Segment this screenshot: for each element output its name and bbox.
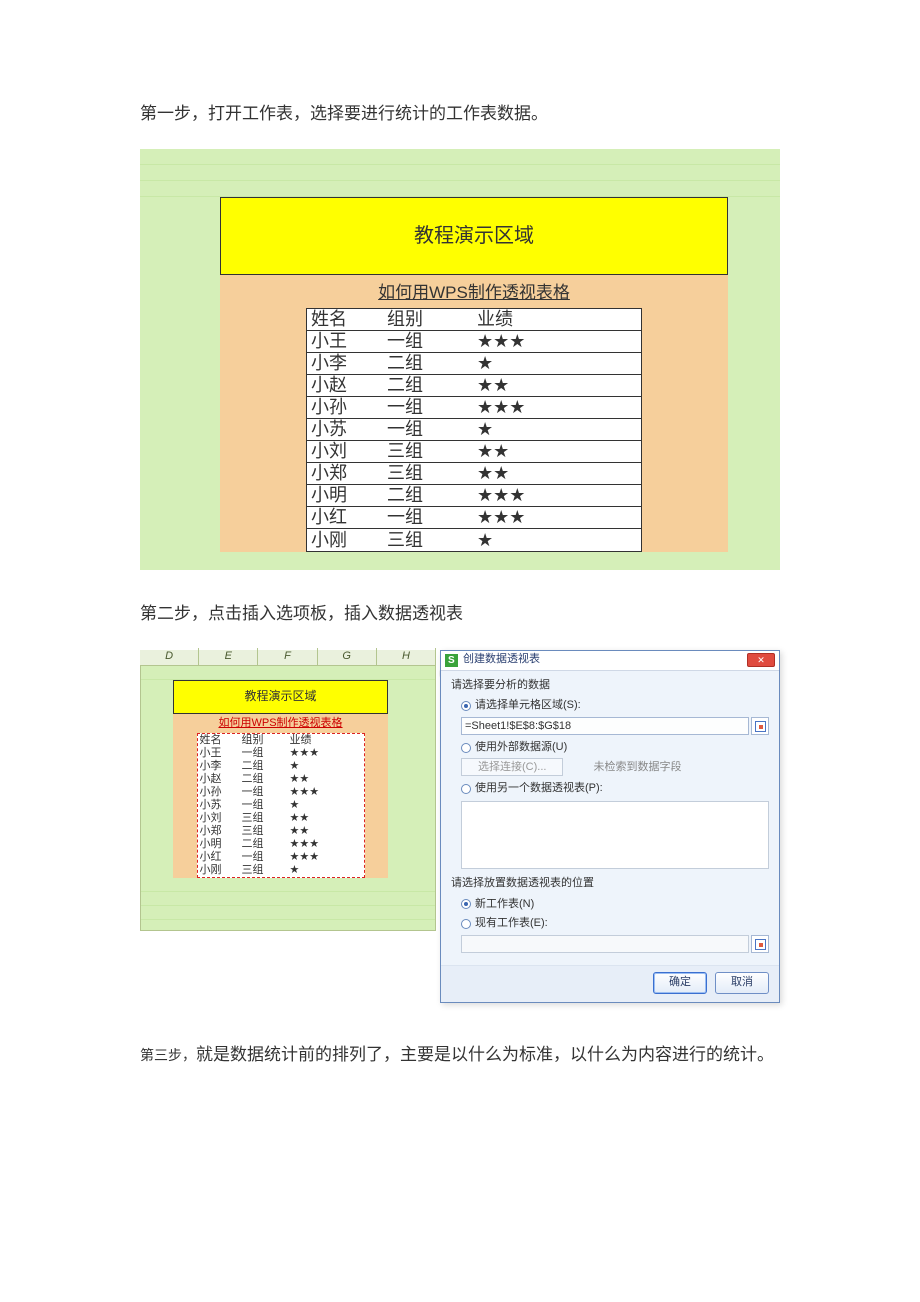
table-row: 小刚三组★ xyxy=(307,529,641,551)
demo-banner: 教程演示区域 xyxy=(220,197,728,275)
app-icon xyxy=(445,654,458,667)
select-connection-button[interactable]: 选择连接(C)... xyxy=(461,758,563,776)
section-analyze-data: 请选择要分析的数据 xyxy=(451,677,769,695)
mini-banner: 教程演示区域 xyxy=(173,680,388,714)
section-location: 请选择放置数据透视表的位置 xyxy=(451,875,769,893)
dialog-title: 创建数据透视表 xyxy=(463,651,747,669)
step-1-text: 第一步，打开工作表，选择要进行统计的工作表数据。 xyxy=(140,100,780,127)
step-3-body: 就是数据统计前的排列了，主要是以什么为标准，以什么为内容进行的统计。 xyxy=(196,1045,774,1064)
radio-new-sheet[interactable] xyxy=(461,899,471,909)
radio-another-pivot[interactable] xyxy=(461,784,471,794)
range-picker-icon[interactable] xyxy=(751,935,769,953)
mini-subtitle: 如何用WPS制作透视表格 xyxy=(173,714,388,734)
radio-cell-range[interactable] xyxy=(461,701,471,711)
step-3-prefix: 第三步， xyxy=(140,1047,196,1063)
figure-2-composite: www.bgcx.com D E F G H 教程演示区域 如何用WPS制作透视… xyxy=(140,650,780,1003)
ok-button[interactable]: 确定 xyxy=(653,972,707,994)
col-header: H xyxy=(377,648,436,666)
radio-new-sheet-label: 新工作表(N) xyxy=(475,896,534,914)
radio-existing-sheet[interactable] xyxy=(461,919,471,929)
cancel-button[interactable]: 取消 xyxy=(715,972,769,994)
col-header: G xyxy=(318,648,377,666)
step-2-text: 第二步，点击插入选项板，插入数据透视表 xyxy=(140,600,780,627)
radio-external-label: 使用外部数据源(U) xyxy=(475,739,567,757)
data-table: 姓名 组别 业绩 小王一组★★★ 小李二组★ 小赵二组★★ 小孙一组★★★ 小苏… xyxy=(306,308,642,552)
radio-cell-range-label: 请选择单元格区域(S): xyxy=(475,697,581,715)
close-icon[interactable]: ✕ xyxy=(747,653,775,667)
demo-subtitle: 如何用WPS制作透视表格 xyxy=(220,277,728,308)
radio-existing-sheet-label: 现有工作表(E): xyxy=(475,915,548,933)
mini-data-table[interactable]: 姓名组别业绩 小王一组★★★ 小李二组★ 小赵二组★★ 小孙一组★★★ 小苏一组… xyxy=(197,733,365,878)
column-headers: D E F G H xyxy=(140,650,436,666)
range-input[interactable] xyxy=(461,717,749,735)
create-pivot-dialog: 创建数据透视表 ✕ 请选择要分析的数据 请选择单元格区域(S): 使用外部数据源… xyxy=(440,650,780,1003)
col-header: E xyxy=(199,648,258,666)
step-3-text: 第三步，就是数据统计前的排列了，主要是以什么为标准，以什么为内容进行的统计。 xyxy=(140,1033,780,1077)
connection-hint: 未检索到数据字段 xyxy=(593,759,681,777)
dialog-titlebar[interactable]: 创建数据透视表 ✕ xyxy=(441,651,779,671)
existing-location-input[interactable] xyxy=(461,935,749,953)
radio-external-source[interactable] xyxy=(461,743,471,753)
col-header: F xyxy=(258,648,317,666)
pivot-list-box[interactable] xyxy=(461,801,769,869)
range-picker-icon[interactable] xyxy=(751,717,769,735)
figure-1-spreadsheet: 教程演示区域 如何用WPS制作透视表格 姓名 组别 业绩 小王一组★★★ 小李二… xyxy=(140,149,780,570)
table-row: 小刚三组★ xyxy=(198,864,364,877)
radio-another-pivot-label: 使用另一个数据透视表(P): xyxy=(475,780,603,798)
mini-spreadsheet: D E F G H 教程演示区域 如何用WPS制作透视表格 姓名组别业绩 小王一… xyxy=(140,650,436,932)
col-header: D xyxy=(140,648,199,666)
